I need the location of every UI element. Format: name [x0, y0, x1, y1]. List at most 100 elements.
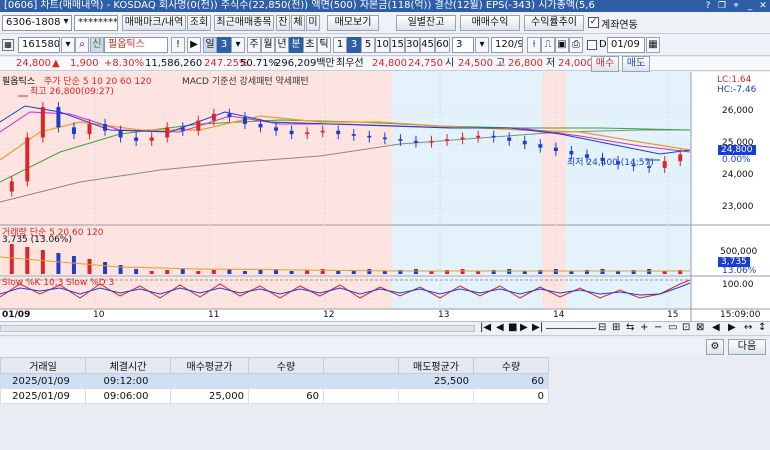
trade-profit-button[interactable]: 매매수익	[460, 15, 520, 31]
stock-name-field[interactable]: 필옵틱스	[104, 37, 168, 53]
return-trend-button[interactable]: 수익률추이	[524, 15, 584, 31]
account-link-checkbox[interactable]: ✓	[588, 17, 599, 28]
trade-mark-button[interactable]: 매매마크/내역	[122, 15, 186, 31]
stock-chart[interactable]: 필옵틱스 주가 단순 5 10 20 60 120 MACD 기준선 강세패턴 …	[0, 72, 770, 322]
count-field[interactable]: 3	[452, 37, 474, 53]
daily-balance-button[interactable]: 일별잔고	[396, 15, 456, 31]
print-icon[interactable]: ⎙	[569, 37, 583, 53]
count-dropdown-icon[interactable]: ▾	[475, 37, 489, 53]
collapse-icon[interactable]: ↕	[758, 322, 766, 333]
minute-5-button[interactable]: 5	[361, 37, 375, 53]
alert-icon[interactable]: !	[171, 37, 185, 53]
pin-icon[interactable]: ⌖	[730, 0, 742, 12]
period-num-field[interactable]: 3	[217, 37, 231, 53]
unfilled-button[interactable]: 미	[306, 15, 320, 31]
close-icon[interactable]: ✕	[757, 0, 769, 12]
period-week-tab[interactable]: 주	[247, 37, 261, 53]
next-button[interactable]: 다음	[728, 339, 766, 355]
view-icon[interactable]: ▭	[668, 322, 677, 333]
flag-icon[interactable]: ▶	[187, 37, 201, 53]
period-month-tab[interactable]: 월	[261, 37, 275, 53]
save-icon[interactable]: ▣	[555, 37, 569, 53]
zoom-slider[interactable]	[546, 328, 596, 329]
minute-3-button[interactable]: 3	[347, 37, 361, 53]
zoom-in-icon[interactable]: +	[640, 322, 648, 333]
compare-icon[interactable]: ⇆	[626, 322, 634, 333]
nav-prev-icon[interactable]: ◀	[496, 322, 504, 333]
candle-body	[9, 181, 14, 192]
buy-button[interactable]: 매수	[591, 56, 619, 72]
volume-bar	[258, 270, 263, 274]
candle-body	[662, 161, 667, 168]
zoom-icon-2[interactable]: ⊞	[612, 322, 620, 333]
cell-sell-qty: 60	[473, 373, 549, 389]
table-row[interactable]: 2025/01/09 09:06:00 25,000 60 0	[0, 388, 549, 404]
question-icon[interactable]: ?	[702, 0, 714, 12]
period-tick-tab[interactable]: 틱	[317, 37, 331, 53]
minute-10-button[interactable]: 10	[375, 37, 390, 53]
date-field[interactable]: 01/09	[607, 37, 645, 53]
range-field[interactable]: 120/900	[491, 37, 523, 53]
memo-button[interactable]: 매모보기	[327, 15, 379, 31]
left-icon[interactable]: ◀	[712, 322, 720, 333]
sell-button[interactable]: 매도	[622, 56, 650, 72]
high-value: 26,800	[508, 58, 543, 69]
chart-canvas[interactable]	[0, 72, 770, 322]
zoom-icon-1[interactable]: ⊟	[598, 322, 606, 333]
nav-stop-icon[interactable]: ■	[508, 322, 517, 333]
col-buy-avg-header: 매수평균가	[170, 357, 249, 374]
full-icon[interactable]: ⊠	[696, 322, 704, 333]
calendar-icon[interactable]: ▦	[646, 37, 660, 53]
stock-sin-icon: 신	[90, 37, 104, 53]
minute-30-button[interactable]: 30	[405, 37, 420, 53]
period-second-tab[interactable]: 초	[303, 37, 317, 53]
settings-icon[interactable]: ⚙	[706, 339, 724, 355]
table-row[interactable]: 2025/01/09 09:12:00 25,500 60	[0, 373, 549, 389]
minute-1-button[interactable]: 1	[333, 37, 347, 53]
candle-body	[367, 135, 372, 138]
minute-15-button[interactable]: 15	[390, 37, 405, 53]
zoom-out-icon[interactable]: −	[654, 322, 662, 333]
window-title: [0606] 차트(매매내역) - KOSDAQ 회사명(0(전)) 주식수(2…	[4, 0, 595, 11]
period-minute-tab[interactable]: 분	[289, 37, 303, 53]
cell-sell-qty: 0	[473, 388, 549, 404]
expand-icon[interactable]: ↔	[744, 322, 752, 333]
candle-body	[56, 107, 61, 128]
account-dropdown-icon[interactable]: ▾	[60, 15, 72, 31]
right-icon[interactable]: ▶	[728, 322, 736, 333]
candle-body	[180, 127, 185, 131]
candle-type-icon[interactable]: ⍿	[527, 37, 541, 53]
stock-dropdown-icon[interactable]: ▾	[61, 37, 75, 53]
trade-list-toolbar: ⚙ 다음	[0, 338, 770, 356]
volume-bar	[289, 271, 294, 274]
recent-trades-button[interactable]: 최근매매종목	[214, 15, 274, 31]
date-checkbox[interactable]	[587, 40, 597, 50]
candle-body	[413, 140, 418, 143]
period-num-dropdown-icon[interactable]: ▾	[231, 37, 245, 53]
nav-last-icon[interactable]: ▶|	[532, 322, 543, 333]
period-year-tab[interactable]: 년	[275, 37, 289, 53]
minimize-icon[interactable]: _	[744, 0, 756, 12]
period-day-tab[interactable]: 일	[203, 37, 217, 53]
hc-label: HC:-7.46	[717, 85, 757, 95]
chart-scrollbar[interactable]	[0, 325, 475, 332]
restore-icon[interactable]: ❐	[716, 0, 728, 12]
query-button[interactable]: 조회	[187, 15, 211, 31]
price-change: 1,900	[70, 58, 99, 69]
cell-date: 2025/01/09	[0, 373, 86, 389]
stock-code-field[interactable]: 161580	[18, 37, 60, 53]
volume-bar	[118, 265, 123, 274]
nav-first-icon[interactable]: |◀	[480, 322, 491, 333]
fill-button[interactable]: 체	[291, 15, 305, 31]
minute-60-button[interactable]: 60	[435, 37, 450, 53]
col-buy-qty-header: 수량	[248, 357, 324, 374]
grid-icon[interactable]: ▦	[2, 39, 14, 51]
minute-45-button[interactable]: 45	[420, 37, 435, 53]
balance-button[interactable]: 잔	[276, 15, 290, 31]
search-icon[interactable]: ⌕	[75, 37, 89, 53]
nav-next-icon[interactable]: ▶	[520, 322, 528, 333]
password-field[interactable]: ********	[74, 15, 118, 31]
indicator-icon[interactable]: ⎍	[541, 37, 555, 53]
split-icon[interactable]: ⊡	[682, 322, 690, 333]
cell-blank	[323, 373, 399, 389]
